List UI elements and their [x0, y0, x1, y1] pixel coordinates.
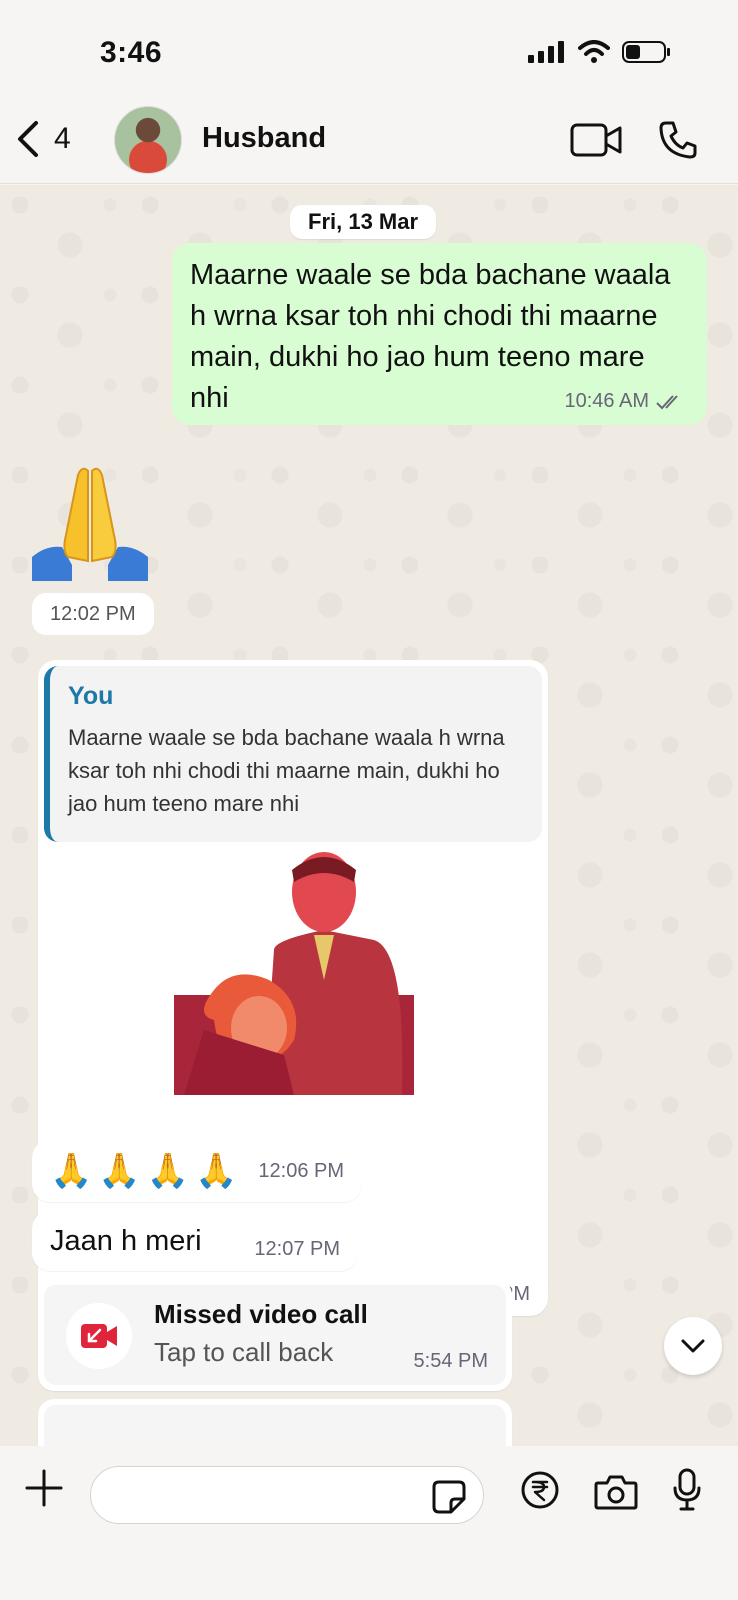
incoming-message[interactable]: Jaan h meri 12:07 PM	[32, 1211, 358, 1271]
voice-call-icon[interactable]	[658, 120, 698, 160]
date-chip: Fri, 13 Mar	[290, 205, 437, 239]
outgoing-message[interactable]: Maarne waale se bda bachane waala h wrna…	[172, 243, 707, 425]
back-button[interactable]: 4	[16, 120, 71, 158]
call-card-inner: Missed video call Tap to call back 5:54 …	[44, 1285, 506, 1385]
call-subtitle: Tap to call back	[154, 1337, 334, 1367]
cellular-signal-icon	[528, 41, 564, 63]
call-time: 5:54 PM	[413, 1350, 488, 1372]
folded-hands-emoji[interactable]	[32, 465, 148, 581]
message-time: 12:07 PM	[254, 1237, 340, 1260]
chat-messages[interactable]: Fri, 13 Mar Maarne waale se bda bachane …	[0, 185, 738, 1446]
call-card-inner	[44, 1405, 506, 1446]
call-title: Missed video call	[154, 1299, 368, 1329]
emoji-message[interactable]: 🙏 🙏 🙏 🙏 12:06 PM	[32, 1140, 362, 1202]
message-text: Jaan h meri	[50, 1224, 202, 1257]
status-bar: 3:46	[0, 0, 738, 100]
quote-author: You	[68, 682, 114, 710]
emoji: 🙏	[50, 1152, 93, 1190]
message-composer	[0, 1446, 738, 1600]
missed-video-call-card[interactable]: Missed video call Tap to call back 5:54 …	[38, 1279, 512, 1391]
call-card-partial[interactable]	[38, 1399, 512, 1446]
header-actions	[570, 120, 698, 160]
double-check-icon	[656, 394, 678, 409]
missed-video-call-icon	[66, 1303, 132, 1369]
camera-icon[interactable]	[594, 1474, 638, 1510]
emoji-message-time: 12:02 PM	[32, 593, 154, 635]
emoji: 🙏	[195, 1152, 238, 1190]
photo-sticker[interactable]	[174, 850, 414, 1095]
message-input-wrapper	[90, 1466, 484, 1524]
message-meta: 10:46 AM	[564, 390, 685, 413]
quote-text: Maarne waale se bda bachane waala h wrna…	[68, 725, 505, 816]
message-input[interactable]	[111, 1479, 411, 1513]
message-time: 10:46 AM	[564, 390, 649, 412]
chevron-left-icon	[18, 121, 38, 157]
emoji: 🙏	[98, 1152, 141, 1190]
status-icons	[528, 40, 672, 64]
status-time: 3:46	[100, 36, 163, 69]
chat-header: 4 Husband	[0, 100, 738, 184]
wifi-icon	[578, 40, 610, 63]
quoted-message[interactable]: You Maarne waale se bda bachane waala h …	[44, 666, 542, 842]
chevron-down-icon	[681, 1339, 705, 1353]
microphone-icon[interactable]	[672, 1468, 702, 1512]
plus-icon[interactable]	[24, 1468, 64, 1508]
rupee-payment-icon[interactable]	[520, 1470, 560, 1510]
battery-icon	[622, 41, 670, 63]
scroll-to-bottom-button[interactable]	[664, 1317, 722, 1375]
message-time: 12:06 PM	[258, 1159, 344, 1182]
contact-name[interactable]: Husband	[202, 122, 326, 155]
unread-count: 4	[54, 122, 71, 155]
sticker-icon[interactable]	[431, 1479, 467, 1515]
video-call-icon[interactable]	[570, 123, 622, 157]
emoji: 🙏	[146, 1152, 190, 1190]
contact-avatar[interactable]	[114, 106, 182, 174]
